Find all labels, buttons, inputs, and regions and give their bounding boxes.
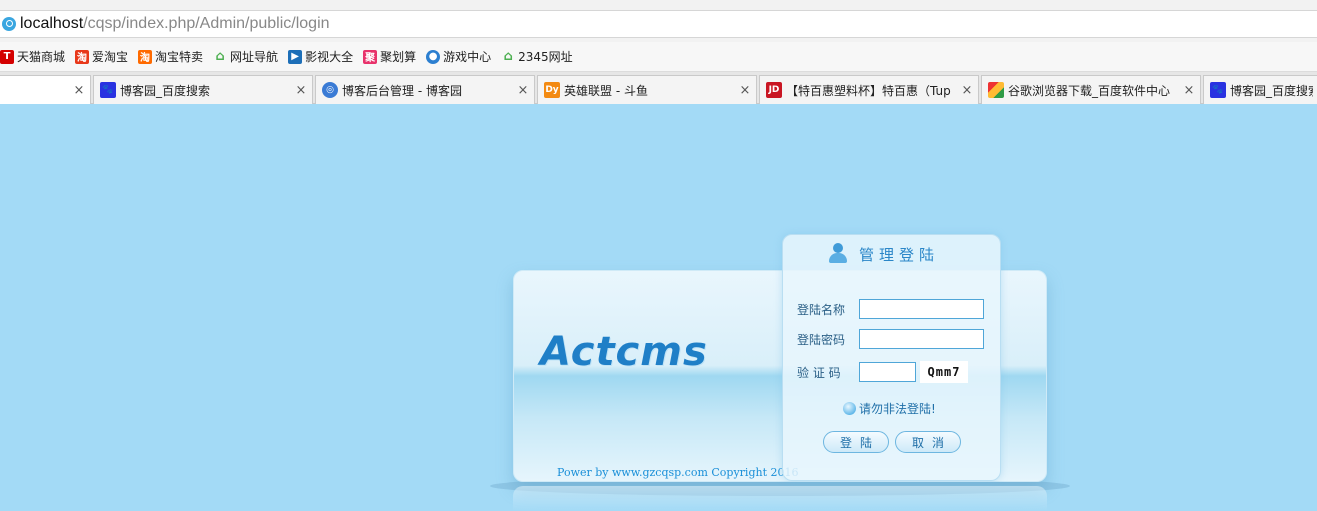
close-icon[interactable]: × [738, 83, 752, 98]
tab-blog-admin[interactable]: ◎ 博客后台管理 - 博客园 × [315, 75, 535, 104]
address-bar-area: localhost/cqsp/index.php/Admin/public/lo… [0, 0, 1317, 42]
username-row: 登陆名称 [797, 299, 984, 319]
bookmark-aitaobao[interactable]: 淘爱淘宝 [75, 48, 128, 65]
login-button[interactable]: 登陆 [823, 431, 889, 453]
address-bar[interactable]: localhost/cqsp/index.php/Admin/public/lo… [0, 10, 1317, 38]
close-icon[interactable]: × [960, 83, 974, 98]
username-input[interactable] [859, 299, 984, 319]
bookmark-taobao-temai[interactable]: 淘淘宝特卖 [138, 48, 203, 65]
login-page: Actcms Power by www.gzcqsp.com Copyright… [0, 104, 1317, 511]
login-panel: 管理登陆 登陆名称 登陆密码 验 证 码 Qmm7 请勿非法登陆! 登陆 取消 [782, 234, 1001, 481]
captcha-row: 验 证 码 Qmm7 [797, 361, 968, 383]
baidu-icon: 🐾 [1210, 82, 1226, 98]
tab-baidu-search-2[interactable]: 🐾 博客园_百度搜索 [1203, 75, 1317, 104]
taobao-icon: 淘 [138, 49, 153, 64]
copyright-text: Power by www.gzcqsp.com Copyright 2016 [557, 466, 799, 479]
tab-baidu-search-1[interactable]: 🐾 博客园_百度搜索 × [93, 75, 313, 104]
tab-current[interactable]: × [0, 75, 91, 104]
aitaobao-icon: 淘 [75, 49, 90, 64]
warning-notice: 请勿非法登陆! [843, 400, 936, 417]
tab-douyu[interactable]: Dy 英雄联盟 - 斗鱼 × [537, 75, 757, 104]
site-security-icon [2, 17, 16, 31]
bookmark-game-center[interactable]: ● 游戏中心 [426, 48, 491, 65]
chrome-icon [988, 82, 1004, 98]
cancel-button[interactable]: 取消 [895, 431, 961, 453]
game-icon: ● [426, 49, 441, 64]
password-row: 登陆密码 [797, 329, 984, 349]
jd-icon: JD [766, 82, 782, 98]
user-icon [827, 243, 849, 265]
bookmarks-bar: T 天猫商城 淘爱淘宝 淘淘宝特卖 ⌂ 网址导航 ▶ 影视大全 聚聚划算 ● 游戏中心 … [0, 42, 1317, 72]
juhuasuan-icon: 聚 [363, 49, 378, 64]
info-icon [843, 402, 856, 415]
close-icon[interactable]: × [516, 83, 530, 98]
tmall-icon: T [0, 49, 14, 64]
close-icon[interactable]: × [1182, 83, 1196, 98]
bookmark-juhuasuan[interactable]: 聚聚划算 [363, 48, 416, 65]
panel-header: 管理登陆 [827, 243, 939, 265]
home-icon: ⌂ [215, 49, 225, 64]
password-label: 登陆密码 [797, 332, 846, 347]
stage-reflection [513, 486, 1047, 511]
actcms-logo: Actcms [540, 329, 708, 375]
bookmark-tmall[interactable]: T 天猫商城 [0, 48, 65, 65]
captcha-input[interactable] [859, 362, 916, 382]
close-icon[interactable]: × [72, 83, 86, 98]
username-label: 登陆名称 [797, 302, 846, 317]
tab-strip: × 🐾 博客园_百度搜索 × ◎ 博客后台管理 - 博客园 × Dy 英雄联盟 … [0, 72, 1317, 104]
close-icon[interactable]: × [294, 83, 308, 98]
home-icon: ⌂ [503, 49, 513, 64]
douyu-icon: Dy [544, 82, 560, 98]
bookmark-film[interactable]: ▶ 影视大全 [288, 48, 353, 65]
baidu-icon: 🐾 [100, 82, 116, 98]
bookmark-url-nav[interactable]: ⌂ 网址导航 [213, 48, 278, 65]
captcha-image[interactable]: Qmm7 [920, 361, 968, 383]
globe-icon: ◎ [322, 82, 338, 98]
bookmark-2345[interactable]: ⌂ 2345网址 [501, 48, 572, 65]
captcha-label: 验 证 码 [797, 365, 841, 380]
tab-chrome-download[interactable]: 谷歌浏览器下载_百度软件中心 × [981, 75, 1201, 104]
url-text[interactable]: localhost/cqsp/index.php/Admin/public/lo… [20, 15, 330, 33]
film-icon: ▶ [288, 49, 303, 64]
panel-title: 管理登陆 [859, 245, 940, 264]
tab-jd-product[interactable]: JD 【特百惠塑料杯】特百惠（Tup × [759, 75, 979, 104]
password-input[interactable] [859, 329, 984, 349]
warning-text: 请勿非法登陆! [859, 402, 936, 416]
